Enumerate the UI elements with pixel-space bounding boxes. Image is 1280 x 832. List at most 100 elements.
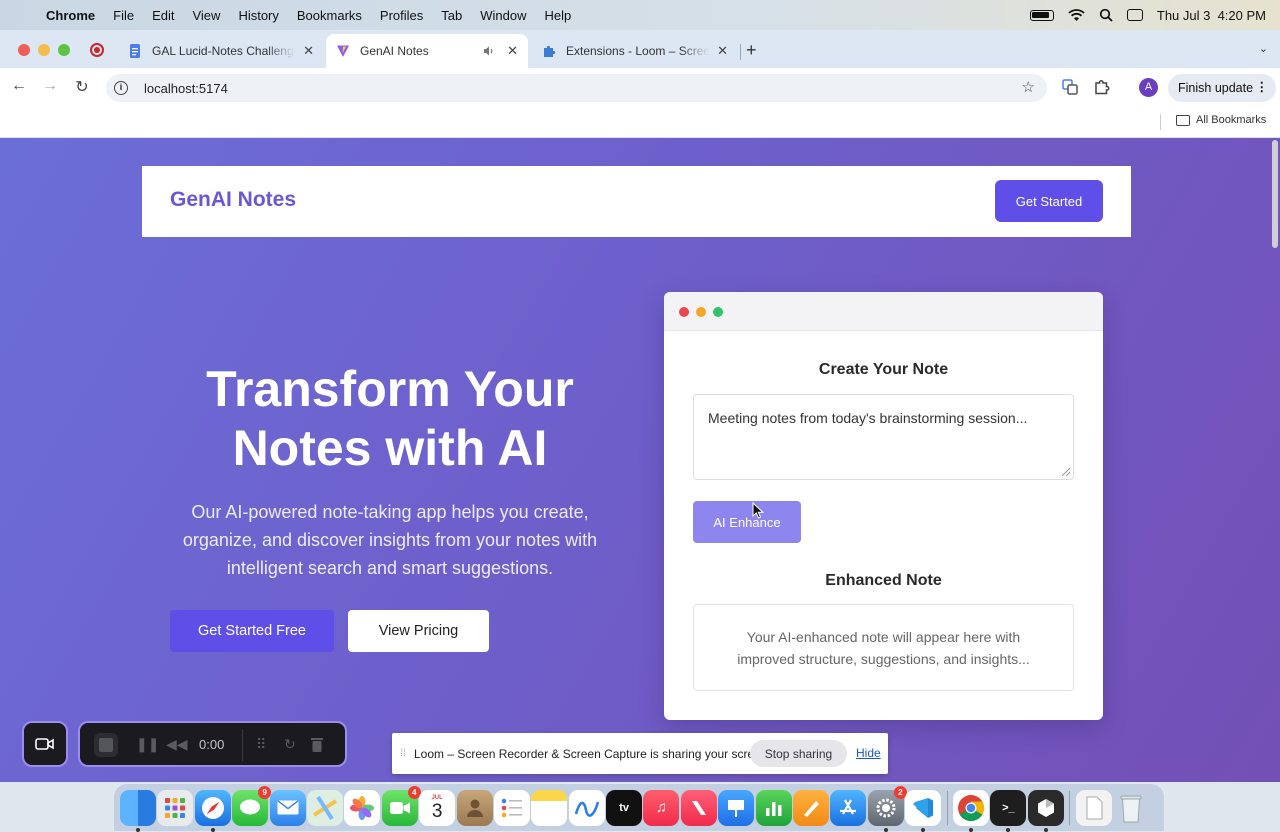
profile-avatar[interactable]: A [1139, 78, 1158, 97]
ai-enhance-button[interactable]: AI Enhance [693, 501, 801, 543]
site-logo[interactable]: GenAI Notes [170, 188, 296, 212]
photos-icon[interactable] [344, 789, 381, 826]
sharing-message: Loom – Screen Recorder & Screen Capture … [414, 746, 771, 761]
finish-update-button[interactable]: Finish update ⋮ [1168, 74, 1276, 102]
view-pricing-button[interactable]: View Pricing [348, 610, 489, 652]
menu-app-name[interactable]: Chrome [46, 8, 95, 23]
menu-profiles[interactable]: Profiles [380, 8, 423, 23]
news-icon[interactable] [680, 789, 717, 826]
control-center-icon[interactable] [1126, 9, 1143, 21]
kebab-menu-icon[interactable]: ⋮ [1256, 79, 1269, 94]
app-store-icon[interactable] [830, 789, 867, 826]
apple-tv-icon[interactable]: tv [606, 789, 643, 826]
music-icon[interactable]: ♫ [643, 789, 680, 826]
page-scrollbar[interactable] [1270, 138, 1280, 782]
minimize-window-button[interactable] [38, 44, 50, 56]
get-started-free-button[interactable]: Get Started Free [170, 610, 334, 652]
contacts-icon[interactable] [456, 789, 493, 826]
loom-app-icon[interactable] [1027, 789, 1064, 832]
rewind-icon[interactable]: ◀◀ [166, 736, 188, 753]
folder-icon [1176, 114, 1190, 126]
notes-icon[interactable] [531, 789, 568, 826]
freeform-icon[interactable] [568, 789, 605, 826]
site-info-icon[interactable]: i [114, 81, 128, 95]
document-stack-icon[interactable] [1075, 789, 1112, 826]
stop-sharing-button[interactable]: Stop sharing [750, 740, 847, 767]
drag-grid-icon[interactable]: ⠿ [256, 736, 266, 753]
wifi-icon[interactable] [1068, 8, 1085, 22]
all-bookmarks-button[interactable]: All Bookmarks [1176, 114, 1266, 126]
stop-recording-button[interactable] [94, 733, 118, 757]
reminders-icon[interactable] [493, 789, 530, 826]
drag-handle-icon[interactable]: ⁞⁞ [392, 748, 414, 759]
maps-icon[interactable] [306, 789, 343, 826]
trash-icon[interactable] [310, 736, 324, 753]
pause-icon[interactable]: ❚❚ [136, 736, 159, 753]
card-yellow-dot [696, 307, 706, 317]
tab-extensions-loom[interactable]: Extensions - Loom – Screen R ✕ [532, 34, 738, 68]
menu-file[interactable]: File [113, 8, 134, 23]
hide-sharing-bar-link[interactable]: Hide [856, 746, 881, 760]
url-text[interactable]: localhost:5174 [144, 81, 228, 96]
menu-window[interactable]: Window [480, 8, 526, 23]
tab-genai-notes[interactable]: GenAI Notes ✕ [326, 34, 528, 68]
tab-title: GenAI Notes [360, 44, 429, 58]
scrollbar-thumb[interactable] [1272, 140, 1278, 248]
header-get-started-button[interactable]: Get Started [995, 180, 1103, 222]
facetime-icon[interactable]: 4 [381, 785, 421, 826]
close-tab-icon[interactable]: ✕ [717, 43, 728, 59]
close-tab-icon[interactable]: ✕ [303, 43, 314, 59]
recording-tab-icon[interactable] [90, 43, 104, 57]
finder-icon[interactable] [120, 789, 156, 832]
calendar-icon[interactable]: JUL 3 [419, 789, 456, 826]
screen-sharing-bar: ⁞⁞ Loom – Screen Recorder & Screen Captu… [392, 733, 888, 774]
mail-icon[interactable] [269, 789, 306, 826]
menu-tab[interactable]: Tab [441, 8, 462, 23]
menu-view[interactable]: View [192, 8, 220, 23]
menu-help[interactable]: Help [545, 8, 572, 23]
menu-bookmarks[interactable]: Bookmarks [297, 8, 362, 23]
bookmark-star-icon[interactable]: ☆ [1022, 78, 1035, 96]
chrome-icon[interactable] [952, 789, 989, 832]
address-bar[interactable]: i localhost:5174 ☆ [106, 74, 1047, 102]
note-textarea[interactable]: Meeting notes from today's brainstorming… [693, 394, 1074, 480]
pages-icon[interactable] [793, 789, 830, 826]
card-window-bar [664, 292, 1103, 331]
speaker-icon[interactable] [483, 45, 495, 57]
zoom-window-button[interactable] [58, 44, 70, 56]
battery-icon[interactable] [1029, 9, 1054, 21]
system-settings-icon[interactable]: 2 [867, 785, 907, 832]
reload-icon[interactable]: ↻ [72, 77, 92, 97]
tab-separator [740, 44, 741, 60]
translate-icon[interactable] [1061, 78, 1079, 96]
close-tab-icon[interactable]: ✕ [507, 43, 518, 59]
new-tab-icon[interactable]: + [746, 40, 757, 61]
loom-camera-button[interactable] [22, 721, 68, 767]
tab-gal-lucid-notes[interactable]: GAL Lucid-Notes Challenge ✕ [118, 34, 324, 68]
bookmarks-separator [1160, 114, 1161, 130]
restart-icon[interactable]: ↻ [284, 736, 296, 753]
page-viewport: GenAI Notes Get Started Transform Your N… [0, 138, 1280, 782]
puzzle-icon [544, 45, 556, 57]
spotlight-search-icon[interactable] [1099, 8, 1113, 22]
terminal-icon[interactable]: >_ [990, 789, 1027, 832]
note-demo-card: Create Your Note Meeting notes from toda… [664, 292, 1103, 720]
launchpad-icon[interactable] [157, 789, 194, 826]
trash-bin-icon[interactable] [1113, 790, 1149, 826]
menubar-status-area: Thu Jul 3 4:20 PM [1029, 0, 1266, 30]
menu-history[interactable]: History [238, 8, 278, 23]
keynote-icon[interactable] [718, 789, 755, 826]
tab-search-chevron-icon[interactable]: ⌄ [1259, 42, 1268, 55]
messages-icon[interactable]: 9 [232, 785, 272, 826]
menubar-clock[interactable]: Thu Jul 3 4:20 PM [1157, 8, 1266, 23]
numbers-icon[interactable] [755, 789, 792, 826]
safari-icon[interactable] [194, 789, 231, 832]
back-arrow-icon[interactable]: ← [9, 77, 29, 95]
close-window-button[interactable] [18, 44, 30, 56]
extensions-puzzle-icon[interactable] [1093, 78, 1111, 96]
menu-edit[interactable]: Edit [152, 8, 174, 23]
enhanced-note-output: Your AI-enhanced note will appear here w… [693, 604, 1074, 691]
forward-arrow-icon[interactable]: → [40, 77, 60, 95]
resize-handle-icon[interactable] [1062, 468, 1070, 476]
vscode-icon[interactable] [905, 789, 942, 832]
